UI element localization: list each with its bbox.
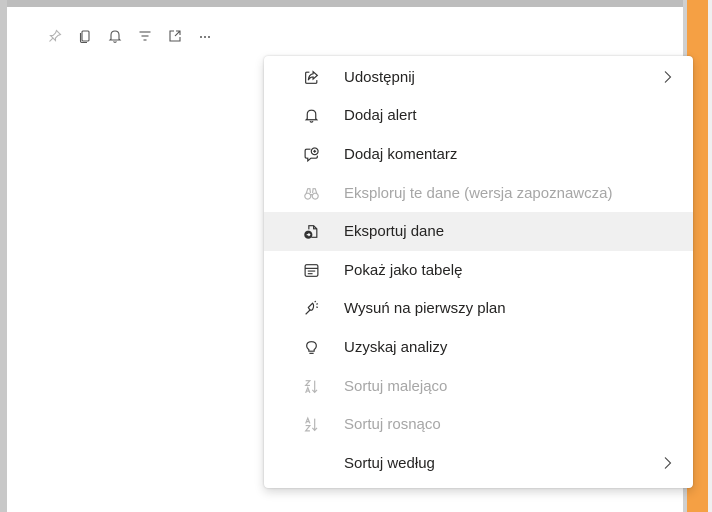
bell-icon xyxy=(108,30,122,43)
menu-item-label: Udostępnij xyxy=(344,68,415,86)
export-data-icon xyxy=(302,223,320,241)
chevron-right-icon xyxy=(664,457,672,470)
menu-item-explore-data[interactable]: Eksploruj te dane (wersja zapoznawcza) xyxy=(264,174,693,213)
menu-item-export-data[interactable]: Eksportuj dane xyxy=(264,212,693,251)
bell-icon xyxy=(302,107,320,125)
pin-visual-button[interactable] xyxy=(40,22,70,50)
pin-icon xyxy=(49,29,62,42)
chevron-right-icon xyxy=(664,71,672,84)
copy-icon xyxy=(79,30,90,44)
copy-visual-button[interactable] xyxy=(70,22,100,50)
visual-header-toolbar xyxy=(40,22,220,50)
menu-item-show-as-table[interactable]: Pokaż jako tabelę xyxy=(264,251,693,290)
menu-item-label: Eksportuj dane xyxy=(344,223,445,241)
menu-item-sort-ascending[interactable]: Sortuj rosnąco xyxy=(264,405,693,444)
alert-button[interactable] xyxy=(100,22,130,50)
focus-mode-icon xyxy=(169,30,181,42)
table-icon xyxy=(302,261,320,279)
menu-item-label: Dodaj komentarz xyxy=(344,145,458,163)
comment-icon xyxy=(302,145,320,163)
menu-item-add-alert[interactable]: Dodaj alert xyxy=(264,97,693,136)
more-options-icon xyxy=(200,36,210,38)
menu-item-label: Sortuj malejąco xyxy=(344,377,448,395)
menu-item-add-comment[interactable]: Dodaj komentarz xyxy=(264,135,693,174)
menu-item-label: Pokaż jako tabelę xyxy=(344,261,463,279)
sort-descending-icon xyxy=(302,377,320,395)
filter-icon xyxy=(139,31,151,41)
focus-mode-button[interactable] xyxy=(160,22,190,50)
more-options-menu: Udostępnij Dodaj alert Dodaj komentarz E… xyxy=(264,56,693,488)
filter-button[interactable] xyxy=(130,22,160,50)
menu-item-label: Sortuj rosnąco xyxy=(344,416,441,434)
spotlight-icon xyxy=(302,300,320,318)
menu-item-share[interactable]: Udostępnij xyxy=(264,58,693,97)
adjacent-visual-edge xyxy=(708,0,712,512)
menu-item-label: Dodaj alert xyxy=(344,107,417,125)
sort-ascending-icon xyxy=(302,416,320,434)
share-icon xyxy=(302,68,320,86)
menu-item-spotlight[interactable]: Wysuń na pierwszy plan xyxy=(264,290,693,329)
visual-frame-left xyxy=(0,0,7,512)
menu-item-label: Uzyskaj analizy xyxy=(344,338,448,356)
menu-item-label: Wysuń na pierwszy plan xyxy=(344,300,506,318)
binoculars-icon xyxy=(302,184,320,202)
lightbulb-icon xyxy=(302,338,320,356)
more-options-button[interactable] xyxy=(190,22,220,50)
menu-item-get-insights[interactable]: Uzyskaj analizy xyxy=(264,328,693,367)
visual-frame-top xyxy=(0,0,712,7)
menu-item-label: Sortuj według xyxy=(344,454,435,472)
menu-item-sort-descending[interactable]: Sortuj malejąco xyxy=(264,367,693,406)
menu-item-label: Eksploruj te dane (wersja zapoznawcza) xyxy=(344,184,613,202)
menu-item-sort-by[interactable]: Sortuj według xyxy=(264,444,693,483)
